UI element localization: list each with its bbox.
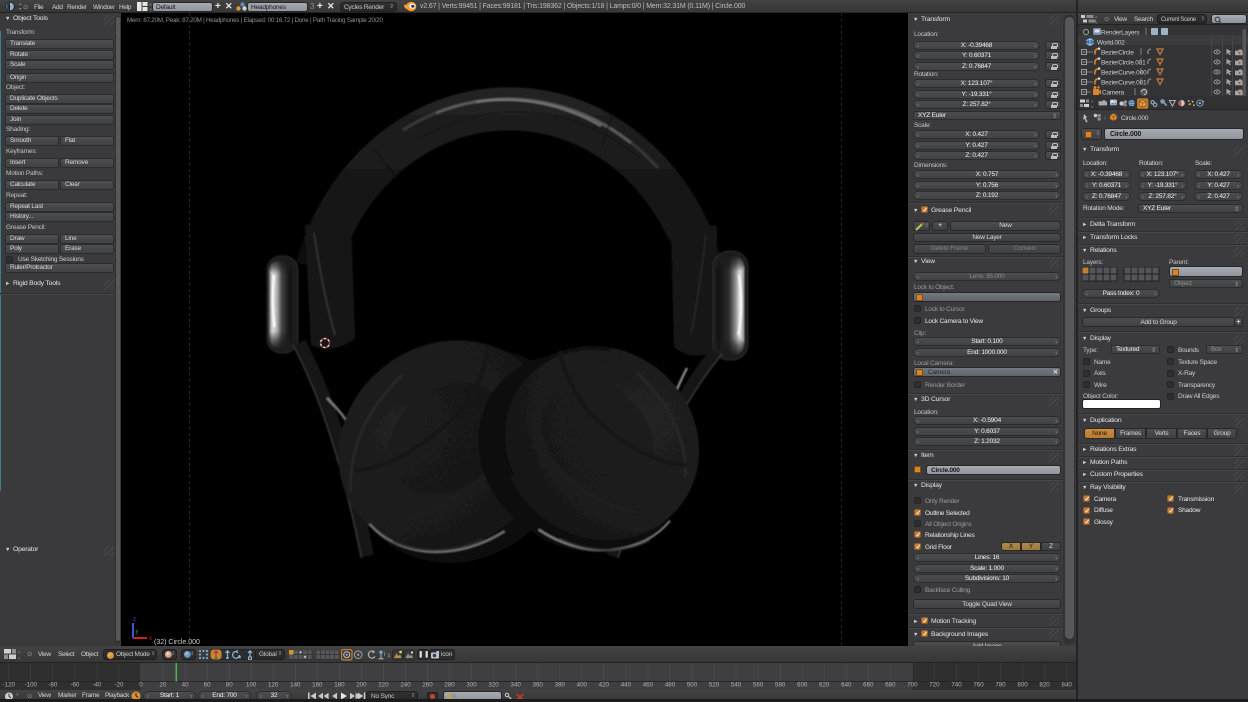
svg-text:-20: -20	[115, 682, 125, 689]
svg-text:600: 600	[797, 682, 808, 689]
svg-text:˅: ˅	[18, 656, 21, 660]
svg-text:520: 520	[709, 682, 720, 689]
svg-text:380: 380	[555, 682, 566, 689]
svg-text:360: 360	[533, 682, 544, 689]
svg-text:Mem: 87.20M, Peak: 87.20M | He: Mem: 87.20M, Peak: 87.20M | Headphones |…	[127, 17, 383, 24]
svg-text:480: 480	[665, 682, 676, 689]
svg-text:300: 300	[466, 682, 477, 689]
svg-text:100: 100	[246, 682, 257, 689]
svg-text:580: 580	[775, 682, 786, 689]
svg-text:20: 20	[160, 682, 167, 689]
svg-text:BezierCircle.001: BezierCircle.001	[1101, 60, 1146, 67]
svg-text:760: 760	[973, 682, 984, 689]
svg-text:˄: ˄	[1091, 99, 1094, 104]
svg-text:660: 660	[863, 682, 874, 689]
svg-text:˅: ˅	[1091, 105, 1094, 110]
svg-text:400: 400	[577, 682, 588, 689]
svg-text:820: 820	[1039, 682, 1050, 689]
svg-text:z: z	[133, 617, 136, 623]
svg-text:0: 0	[139, 682, 143, 689]
svg-text:-120: -120	[3, 682, 16, 689]
svg-text:RenderLayers: RenderLayers	[1101, 30, 1140, 37]
svg-text:200: 200	[356, 682, 367, 689]
svg-text:320: 320	[488, 682, 499, 689]
svg-text:140: 140	[290, 682, 301, 689]
svg-text:120: 120	[268, 682, 279, 689]
svg-text:60: 60	[204, 682, 211, 689]
svg-text:(32) Circle.000: (32) Circle.000	[154, 639, 200, 646]
svg-text:›: ›	[1104, 116, 1106, 122]
svg-text:680: 680	[885, 682, 896, 689]
svg-text:160: 160	[312, 682, 323, 689]
svg-text:620: 620	[819, 682, 830, 689]
svg-text:40: 40	[182, 682, 189, 689]
svg-text:280: 280	[444, 682, 455, 689]
svg-text:BezierCurve.001: BezierCurve.001	[1101, 80, 1147, 87]
svg-text:i: i	[8, 2, 10, 11]
svg-text:840: 840	[1062, 682, 1073, 689]
svg-text:-80: -80	[48, 682, 58, 689]
svg-text:Circle.000: Circle.000	[1121, 115, 1149, 122]
svg-text:440: 440	[621, 682, 632, 689]
svg-text:460: 460	[643, 682, 654, 689]
svg-text:x: x	[149, 636, 152, 642]
svg-text:y: y	[136, 629, 139, 635]
svg-text:540: 540	[731, 682, 742, 689]
svg-text:-100: -100	[25, 682, 38, 689]
svg-text:800: 800	[1017, 682, 1028, 689]
svg-text:180: 180	[334, 682, 345, 689]
svg-text:260: 260	[422, 682, 433, 689]
svg-text:740: 740	[951, 682, 962, 689]
svg-text:700: 700	[907, 682, 918, 689]
svg-text:World.002: World.002	[1097, 40, 1125, 47]
svg-text:˄: ˄	[16, 692, 19, 697]
svg-text:780: 780	[995, 682, 1006, 689]
svg-text:80: 80	[226, 682, 233, 689]
svg-text:⇕: ⇕	[387, 652, 392, 659]
svg-text:-40: -40	[92, 682, 102, 689]
svg-text:˄: ˄	[18, 650, 21, 655]
svg-text:240: 240	[400, 682, 411, 689]
svg-text:420: 420	[599, 682, 610, 689]
svg-text:640: 640	[841, 682, 852, 689]
svg-text:720: 720	[929, 682, 940, 689]
svg-text:500: 500	[687, 682, 698, 689]
svg-text:220: 220	[378, 682, 389, 689]
svg-text:BezierCurve.000: BezierCurve.000	[1101, 70, 1147, 77]
svg-text:340: 340	[511, 682, 522, 689]
svg-text:BezierCircle: BezierCircle	[1101, 50, 1134, 57]
svg-text:˅: ˅	[1095, 20, 1098, 24]
svg-text:560: 560	[753, 682, 764, 689]
svg-text:-60: -60	[70, 682, 80, 689]
